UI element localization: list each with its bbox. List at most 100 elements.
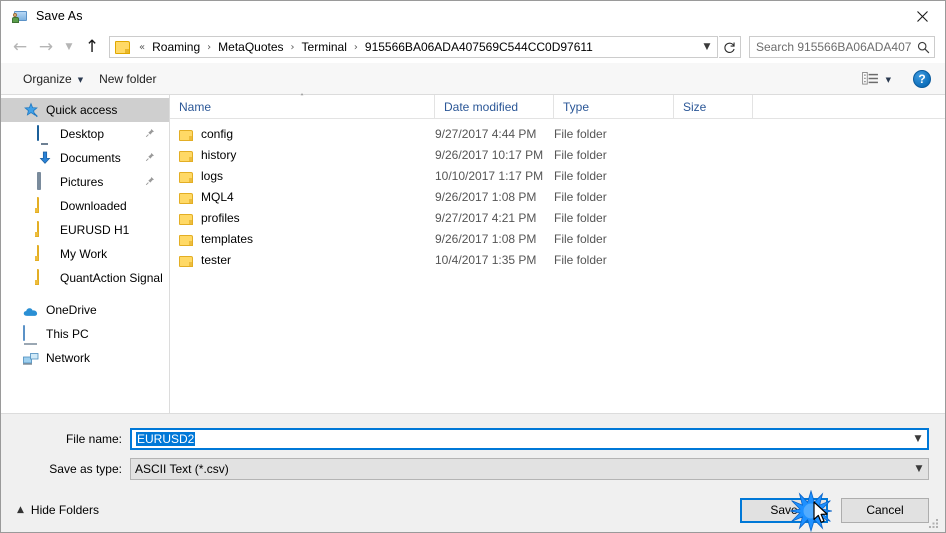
save-button[interactable]: Save (740, 497, 828, 523)
pin-icon[interactable] (145, 127, 155, 141)
breadcrumb-separator[interactable]: › (350, 42, 362, 53)
folder-icon (179, 171, 193, 183)
table-row[interactable]: profiles 9/27/2017 4:21 PM File folder (170, 207, 945, 228)
pin-icon[interactable] (145, 175, 155, 189)
chevron-down-icon: ▼ (915, 464, 923, 474)
cell-type: File folder (554, 252, 607, 267)
up-button[interactable]: ↑ (79, 34, 105, 60)
file-name-dropdown-button[interactable]: ▼ (909, 434, 927, 444)
close-icon (916, 10, 928, 22)
pin-icon[interactable] (145, 151, 155, 165)
close-button[interactable] (899, 1, 945, 31)
hide-folders-button[interactable]: ▲ Hide Folders (13, 500, 103, 520)
sidebar-item-label: Documents (60, 151, 121, 165)
table-row[interactable]: config 9/27/2017 4:44 PM File folder (170, 123, 945, 144)
chevron-down-icon: ▼ (703, 42, 711, 52)
column-header-name[interactable]: ˄ Name (170, 93, 435, 118)
cell-date: 9/26/2017 1:08 PM (435, 231, 537, 246)
sidebar-item-label: Quick access (46, 103, 118, 117)
chevron-down-icon: ▼ (914, 434, 922, 444)
breadcrumb-separator[interactable]: › (287, 42, 299, 53)
table-row[interactable]: tester 10/4/2017 1:35 PM File folder (170, 249, 945, 270)
title-bar: Save As (1, 1, 945, 31)
sidebar-item-documents[interactable]: Documents (1, 146, 169, 170)
address-bar[interactable]: « Roaming › MetaQuotes › Terminal › 9155… (109, 36, 718, 58)
folder-icon (179, 129, 193, 141)
recent-locations-button[interactable]: ▼ (59, 34, 79, 60)
sidebar-item-quantaction-signal[interactable]: QuantAction Signal (1, 266, 169, 290)
file-name-value[interactable]: EURUSD2 (132, 432, 909, 446)
breadcrumb-separator[interactable]: › (203, 42, 215, 53)
folder-icon (179, 213, 193, 225)
save-as-type-select[interactable]: ASCII Text (*.csv) ▼ (130, 458, 929, 480)
window-title: Save As (36, 9, 83, 23)
refresh-button[interactable] (719, 36, 741, 58)
sidebar-item-desktop[interactable]: Desktop (1, 122, 169, 146)
forward-button[interactable]: → (33, 34, 59, 60)
address-dropdown-button[interactable]: ▼ (697, 37, 717, 57)
save-label: Save (770, 503, 798, 517)
table-row[interactable]: MQL4 9/26/2017 1:08 PM File folder (170, 186, 945, 207)
column-label: Date modified (444, 99, 519, 114)
sidebar-item-downloaded[interactable]: Downloaded (1, 194, 169, 218)
command-toolbar: Organize ▼ New folder ▼ ? (1, 63, 945, 95)
table-row[interactable]: logs 10/10/2017 1:17 PM File folder (170, 165, 945, 186)
breadcrumb-item-roaming[interactable]: Roaming (149, 38, 203, 56)
picture-icon (37, 172, 53, 190)
table-row[interactable]: history 9/26/2017 10:17 PM File folder (170, 144, 945, 165)
breadcrumb-item-metaquotes[interactable]: MetaQuotes (215, 38, 286, 56)
file-name: logs (201, 168, 224, 183)
file-name-row: File name: EURUSD2 ▼ (17, 428, 929, 450)
column-label: Name (179, 99, 212, 114)
cell-type: File folder (554, 210, 607, 225)
organize-button[interactable]: Organize ▼ (15, 67, 91, 91)
save-as-type-value: ASCII Text (*.csv) (135, 462, 229, 476)
cell-date: 9/26/2017 1:08 PM (435, 189, 537, 204)
folder-icon (37, 269, 53, 286)
column-header-size[interactable]: Size (674, 95, 753, 118)
sidebar-item-pictures[interactable]: Pictures (1, 170, 169, 194)
sidebar-item-label: OneDrive (46, 303, 97, 317)
folder-icon (37, 221, 53, 238)
table-row[interactable]: templates 9/26/2017 1:08 PM File folder (170, 228, 945, 249)
sidebar-item-my-work[interactable]: My Work (1, 242, 169, 266)
breadcrumb-item-terminal[interactable]: Terminal (299, 38, 350, 56)
onedrive-cloud-icon (23, 302, 39, 318)
cancel-button[interactable]: Cancel (841, 497, 929, 523)
cancel-label: Cancel (866, 503, 904, 517)
view-layout-icon (861, 72, 878, 85)
folder-icon (179, 192, 193, 204)
column-header-date-modified[interactable]: Date modified (435, 95, 554, 118)
folder-icon (37, 197, 53, 214)
breadcrumb-item-terminal-id[interactable]: 915566BA06ADA407569C544CC0D97611 (362, 38, 596, 56)
new-folder-button[interactable]: New folder (91, 67, 164, 91)
organize-label: Organize (23, 71, 72, 86)
change-view-button[interactable]: ▼ (856, 68, 897, 89)
arrow-up-icon: ↑ (84, 36, 100, 57)
sidebar-item-this-pc[interactable]: This PC (1, 322, 169, 346)
search-input[interactable]: Search 915566BA06ADA40756... (750, 40, 912, 54)
save-as-type-dropdown-button[interactable]: ▼ (910, 464, 928, 474)
column-header-type[interactable]: Type (554, 95, 674, 118)
sort-ascending-icon: ˄ (300, 93, 304, 102)
chevron-down-icon: ▼ (77, 75, 84, 84)
file-name-input[interactable]: EURUSD2 ▼ (130, 428, 929, 450)
save-as-folder-person-icon (12, 8, 28, 24)
sidebar-item-eurusd-h1[interactable]: EURUSD H1 (1, 218, 169, 242)
back-button[interactable]: ← (7, 34, 33, 60)
sidebar-item-quick-access[interactable]: Quick access (1, 98, 169, 122)
dialog-footer: ▲ Hide Folders Save Cancel (1, 488, 945, 532)
cell-name: MQL4 (170, 190, 435, 204)
resize-grip-icon[interactable] (928, 516, 941, 529)
file-name: config (201, 126, 234, 141)
help-button[interactable]: ? (913, 69, 931, 88)
cell-date: 10/4/2017 1:35 PM (435, 252, 537, 267)
chevron-down-icon: ▼ (65, 42, 73, 52)
search-box[interactable]: Search 915566BA06ADA40756... (749, 36, 935, 58)
file-name-label: File name: (65, 432, 122, 446)
chevron-up-icon: ▲ (17, 505, 24, 515)
sidebar-item-network[interactable]: Network (1, 346, 169, 370)
sidebar-item-onedrive[interactable]: OneDrive (1, 298, 169, 322)
breadcrumb-overflow[interactable]: « (135, 42, 149, 53)
